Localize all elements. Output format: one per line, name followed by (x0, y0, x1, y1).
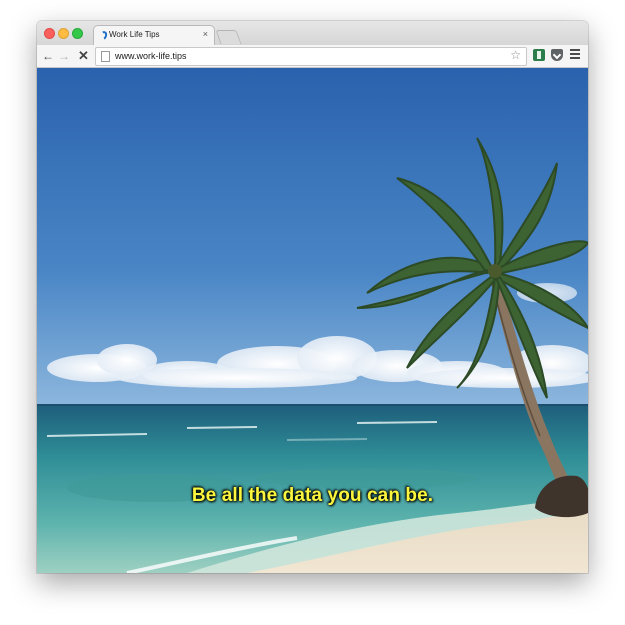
bookmark-star-icon[interactable]: ☆ (510, 48, 521, 62)
tab-title: Work Life Tips (109, 30, 160, 39)
evernote-extension-icon[interactable] (533, 49, 545, 61)
tab-strip: Work Life Tips × (37, 21, 588, 46)
url-text[interactable]: www.work-life.tips (115, 51, 187, 61)
tab-work-life-tips[interactable]: Work Life Tips × (93, 25, 215, 46)
window-maximize-icon[interactable] (72, 28, 83, 39)
browser-window: Work Life Tips × ← → ✕ www.work-life.tip… (37, 21, 588, 573)
browser-toolbar: ← → ✕ www.work-life.tips ☆ (37, 45, 588, 68)
forward-arrow-icon[interactable]: → (58, 48, 70, 64)
window-close-icon[interactable] (44, 28, 55, 39)
pocket-extension-icon[interactable] (551, 49, 563, 61)
page-content: Be all the data you can be. (37, 68, 588, 573)
window-minimize-icon[interactable] (58, 28, 69, 39)
video-caption: Be all the data you can be. (191, 485, 434, 506)
address-bar[interactable]: www.work-life.tips ☆ (95, 47, 527, 66)
new-tab-button[interactable] (215, 30, 242, 44)
menu-icon[interactable] (570, 49, 580, 61)
site-favicon-icon (98, 30, 109, 41)
tab-close-icon[interactable]: × (203, 29, 208, 39)
page-icon (101, 51, 110, 62)
stop-loading-icon[interactable]: ✕ (78, 48, 89, 64)
back-arrow-icon[interactable]: ← (42, 48, 54, 64)
